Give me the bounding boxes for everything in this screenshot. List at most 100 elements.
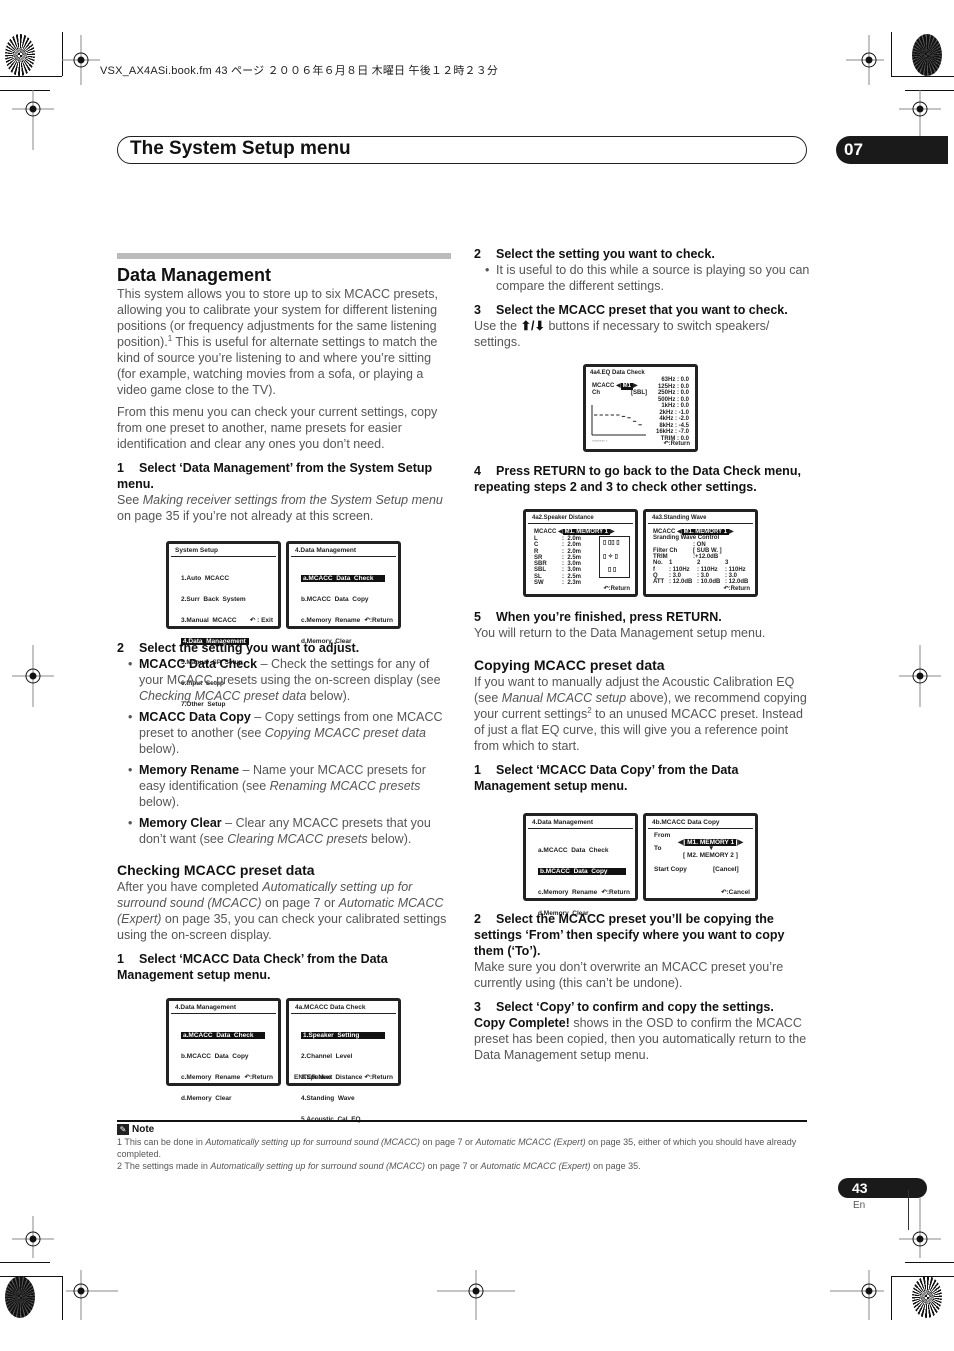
crop-mark — [62, 1276, 63, 1320]
crop-mark — [0, 1262, 50, 1263]
step-1-heading: 1 Select ‘Data Management’ from the Syste… — [117, 461, 433, 491]
osd-mcacc-data-copy: 4b.MCACC Data Copy From ◀[M1. MEMORY 1]▶… — [643, 813, 758, 901]
osd-menu-list: a.MCACC Data Check b.MCACC Data Copy c.M… — [169, 1014, 278, 1116]
osd-footer-cancel: ↶:Cancel — [721, 889, 750, 896]
registration-target-icon — [12, 645, 54, 707]
osd-menu-item-selected: a.MCACC Data Check — [181, 1032, 272, 1039]
cross-reference-link[interactable]: Making receiver settings from the System… — [143, 493, 443, 507]
osd-title: 4a.MCACC Data Check — [291, 1001, 396, 1014]
crop-mark — [891, 32, 892, 76]
bullet-item: It is useful to do this while a source i… — [474, 262, 810, 294]
osd-menu-item: 2.Surr Back System — [181, 596, 246, 603]
cross-reference-link[interactable]: Clearing MCACC presets — [227, 832, 367, 846]
osd-title: 4.Data Management — [528, 816, 633, 829]
crop-mark — [62, 32, 63, 76]
page-number: 43 — [838, 1178, 927, 1198]
osd-to-value: [ M2. MEMORY 2 ] — [683, 852, 738, 859]
subsection-title-checking: Checking MCACC preset data — [117, 862, 315, 878]
checking-paragraph: After you have completed Automatically s… — [117, 880, 447, 942]
right-column-continued: 5 When you’re finished, press RETURN. You… — [474, 609, 810, 794]
right-arrow-icon: ]▶ — [736, 839, 744, 846]
cross-reference-link[interactable]: Renaming MCACC presets — [270, 779, 421, 793]
eq-band-row: 4kHz : -2.0 — [659, 416, 689, 422]
speaker-icon: ▯ ✧ ▯ — [603, 554, 618, 560]
cross-reference-link[interactable]: Automatically setting up for surround so… — [210, 1161, 425, 1171]
registration-target-icon — [12, 1216, 54, 1258]
osd-start-copy-label: Start Copy — [654, 866, 687, 873]
crop-mark — [891, 1276, 954, 1277]
eq-band-row: 250Hz : 0.0 — [657, 390, 689, 396]
osd-data-management: 4.Data Management a.MCACC Data Check b.M… — [166, 998, 281, 1102]
page-language: En — [853, 1200, 866, 1211]
right-arrow-icon: ▶ — [609, 529, 615, 535]
osd-footer-next: ENTER:Next — [294, 1074, 333, 1081]
crop-mark — [905, 1262, 954, 1263]
left-column-continued: 2 Select the setting you want to adjust. … — [117, 640, 453, 983]
crop-mark — [0, 76, 62, 77]
osd-to-label: To — [654, 845, 662, 852]
footnote-2: 2 The settings made in Automatically set… — [117, 1161, 641, 1171]
crop-mark — [891, 76, 954, 77]
eq-curve-graph: ▫▫▫▫▫▫▫▫▫ ▫ — [591, 405, 646, 443]
osd-data-management-copy: 4.Data Management a.MCACC Data Check b.M… — [523, 813, 638, 917]
speaker-distance-list: L: 2.0m C: 2.0m R: 2.0m SR: 2.5m SBR: 3.0m SB… — [534, 536, 581, 586]
osd-footer-return: ↶:Return — [601, 889, 630, 896]
bullet-item: Memory Rename – Name your MCACC presets … — [117, 762, 453, 810]
step-1-text: See Making receiver settings from the Sy… — [117, 493, 443, 523]
osd-eq-data-check: 4a4.EQ Data Check MCACC ◀ M1 ▶ Ch [SBL] ▫▫… — [583, 364, 698, 452]
osd-standing-wave: 4a3.Standing Wave MCACC ◀ M1. MEMORY 1 ▶ S… — [643, 509, 758, 597]
osd-title: 4.Data Management — [291, 544, 396, 557]
check-step-2-heading: 2 Select the setting you want to check. — [474, 247, 715, 261]
registration-target-icon — [899, 1198, 941, 1258]
print-file-info: VSX_AX4ASi.book.fm 43 ページ ２００６年６月８日 木曜日 … — [100, 65, 499, 77]
step-2-heading: 2 Select the setting you want to adjust. — [117, 641, 360, 655]
osd-footer-return: ↶:Return — [723, 585, 750, 592]
cross-reference-link[interactable]: Automatic MCACC (Expert) — [481, 1161, 591, 1171]
copy-step-2-heading: 2 Select the MCACC preset you’ll be copyi… — [474, 912, 785, 958]
osd-menu-item-selected: 1.Speaker Setting — [301, 1032, 392, 1039]
osd-footer-return: ↶:Return — [663, 440, 690, 447]
registration-starburst-top-right — [912, 34, 942, 76]
cross-reference-link[interactable]: Automatic MCACC (Expert) — [476, 1137, 586, 1147]
cross-reference-link[interactable]: Manual MCACC setup — [502, 691, 626, 705]
copying-paragraph: If you want to manually adjust the Acous… — [474, 675, 807, 753]
cross-reference-link[interactable]: Automatically setting up for surround so… — [205, 1137, 420, 1147]
osd-footer-return: ↶:Return — [364, 617, 393, 624]
crop-mark — [891, 1276, 892, 1320]
osd-menu-item: b.MCACC Data Copy — [301, 596, 369, 603]
down-arrow-icon: ▼ — [708, 845, 715, 852]
registration-target-icon — [846, 35, 884, 85]
speaker-distance-row: SW: 2.3m — [534, 580, 582, 587]
cross-reference-link[interactable]: Checking MCACC preset data — [139, 689, 306, 703]
eq-band-row: 1kHz : 0.0 — [661, 403, 689, 409]
subsection-title-copying: Copying MCACC preset data — [474, 657, 665, 673]
cross-reference-link[interactable]: Copying MCACC preset data — [265, 726, 426, 740]
crop-mark — [908, 1190, 909, 1230]
registration-starburst-top-left — [5, 34, 35, 76]
osd-footer-return: ↶:Return — [364, 1074, 393, 1081]
speaker-icon: ▯ ▯▯ ▯ — [603, 540, 620, 546]
right-column-step-4: 4 Press RETURN to go back to the Data Che… — [474, 463, 810, 495]
copy-step-2-text: Make sure you don’t overwrite an MCACC p… — [474, 960, 784, 990]
right-arrow-icon: ▶ — [728, 529, 734, 535]
check-step-3-text: Use the ⬆/⬇ buttons if necessary to swit… — [474, 319, 770, 349]
standing-wave-content: MCACC ◀ M1. MEMORY 1 ▶ Sranding Wave Contr… — [653, 529, 753, 586]
osd-footer-exit: ↶ : Exit — [249, 617, 273, 624]
osd-menu-item: b.MCACC Data Copy — [181, 1053, 249, 1060]
bullet-item: Memory Clear – Clear any MCACC presets t… — [117, 815, 453, 847]
right-column: 2Select the setting you want to check. I… — [474, 246, 810, 350]
section-divider-bar — [117, 253, 451, 259]
eq-band-row: 16kHz : -7.0 — [655, 429, 689, 435]
note-heading: ✎ Note — [117, 1123, 807, 1136]
copy-step-3-text: Copy Complete! shows in the OSD to confi… — [474, 1016, 807, 1062]
registration-target-icon — [899, 90, 941, 158]
osd-menu-item: d.Memory Clear — [181, 1095, 232, 1102]
registration-target-icon — [62, 35, 100, 85]
up-down-arrow-icon: ⬆/⬇ — [520, 319, 545, 333]
check-step-5-text: You will return to the Data Management s… — [474, 626, 766, 640]
osd-title: System Setup — [171, 544, 276, 557]
intro-paragraph-1: This system allows you to store up to si… — [117, 287, 438, 397]
registration-target-icon — [66, 1270, 118, 1320]
speaker-icon: ▯ ▯ — [608, 567, 617, 573]
check-step-3-heading: 3 Select the MCACC preset that you want t… — [474, 303, 788, 317]
